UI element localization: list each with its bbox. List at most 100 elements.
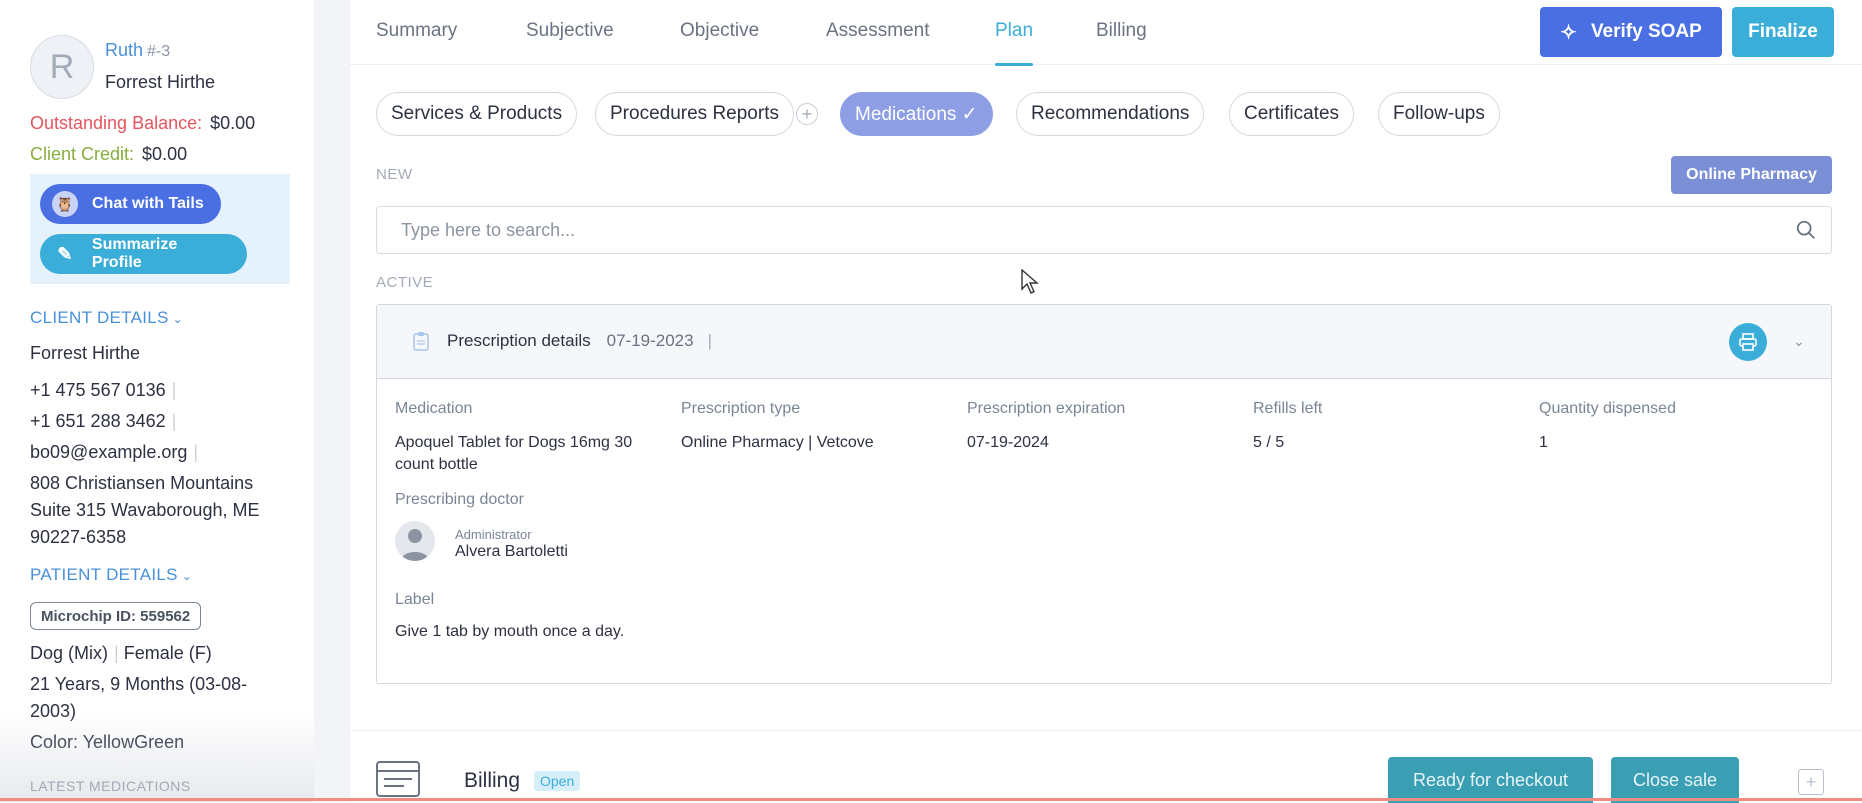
clipboard-icon	[413, 332, 429, 351]
refills-left-header: Refills left	[1253, 400, 1323, 417]
prescription-title: Prescription details	[447, 331, 591, 350]
verify-soap-label: Verify SOAP	[1590, 21, 1702, 42]
online-pharmacy-button[interactable]: Online Pharmacy	[1671, 156, 1832, 194]
active-section-label: ACTIVE	[376, 274, 434, 291]
soap-main: Summary Subjective Objective Assessment …	[350, 0, 1862, 803]
pet-id: #-3	[147, 43, 171, 60]
active-tab-indicator	[995, 63, 1033, 66]
patient-age-line-2: 2003)	[30, 701, 77, 721]
pill-recommendations[interactable]: Recommendations	[1016, 92, 1205, 136]
bottom-border	[0, 798, 1862, 801]
outstanding-balance-value: $0.00	[210, 113, 256, 133]
add-procedure-icon[interactable]: +	[796, 103, 818, 125]
client-credit-label: Client Credit:	[30, 144, 135, 164]
patient-age-line-1: 21 Years, 9 Months (03-08-	[30, 674, 248, 694]
label-instructions: Give 1 tab by mouth once a day.	[395, 623, 625, 640]
pet-name[interactable]: Ruth	[105, 40, 143, 60]
chat-with-tails-button[interactable]: 🦉 Chat with Tails	[40, 184, 221, 224]
client-phone-1[interactable]: +1 475 567 0136 |	[30, 377, 176, 404]
patient-color: Color: YellowGreen	[30, 732, 185, 752]
search-icon[interactable]	[1795, 219, 1817, 241]
prescription-expiration-header: Prescription expiration	[967, 400, 1126, 417]
patient-sidebar: R Ruth #-3 Forrest Hirthe Outstanding Bal…	[0, 0, 315, 802]
printer-icon	[1739, 333, 1757, 351]
pill-medications[interactable]: Medications ✓	[840, 92, 993, 136]
divider: |	[707, 331, 713, 350]
add-icon[interactable]: +	[1798, 769, 1824, 795]
divider: |	[193, 442, 199, 462]
client-email[interactable]: bo09@example.org |	[30, 439, 198, 466]
prescription-card: Prescription details 07-19-2023 | ⌄ Medica…	[376, 304, 1832, 684]
pill-certificates[interactable]: Certificates	[1229, 92, 1355, 136]
microchip-badge: Microchip ID: 559562	[30, 602, 202, 630]
client-email-text[interactable]: bo09@example.org	[30, 442, 187, 462]
pill-services-products[interactable]: Services & Products	[376, 92, 578, 136]
outstanding-balance: Outstanding Balance: $0.00	[30, 113, 255, 134]
billing-title: Billing	[464, 769, 521, 792]
pill-follow-ups[interactable]: Follow-ups	[1378, 92, 1500, 136]
prescription-type-value: Online Pharmacy | Vetcove	[681, 434, 874, 451]
chevron-down-icon: ⌄	[181, 569, 193, 583]
latest-medications-heading[interactable]: LATEST MEDICATIONS	[30, 778, 191, 794]
doctor-avatar	[395, 521, 435, 561]
patient-avatar: R	[30, 35, 94, 99]
ai-assistant-panel: 🦉 Chat with Tails ✎ Summarize Profile	[30, 174, 290, 284]
client-credit: Client Credit: $0.00	[30, 144, 187, 165]
chevron-down-icon[interactable]: ⌄	[1793, 333, 1805, 350]
tab-plan[interactable]: Plan	[995, 20, 1033, 42]
refills-left-value: 5 / 5	[1253, 434, 1285, 451]
pill-procedures-reports[interactable]: Procedures Reports	[595, 92, 794, 136]
client-details-heading: CLIENT DETAILS	[30, 308, 169, 327]
billing-section: Billing Open Ready for checkout Close sa…	[350, 730, 1862, 803]
prescription-expiration-value: 07-19-2024	[967, 434, 1049, 451]
invoice-icon	[376, 761, 420, 797]
label-heading: Label	[395, 591, 435, 608]
client-name: Forrest Hirthe	[30, 343, 141, 363]
pet-name-link[interactable]: Ruth #-3	[105, 40, 170, 61]
address-line-2: Suite 315 Wavaborough, ME	[30, 500, 260, 520]
divider: |	[171, 411, 177, 431]
client-phone-2-text[interactable]: +1 651 288 3462	[30, 411, 166, 431]
doctor-role: Administrator	[455, 527, 532, 542]
medication-value: Apoquel Tablet for Dogs 16mg 30 count bo…	[395, 434, 633, 473]
magic-wand-icon: ✎	[57, 243, 73, 264]
prescription-date: 07-19-2023	[606, 331, 694, 350]
verify-soap-button[interactable]: ✧ Verify SOAP	[1540, 7, 1722, 57]
outstanding-balance-label: Outstanding Balance:	[30, 113, 203, 133]
tab-subjective[interactable]: Subjective	[526, 20, 614, 42]
summarize-profile-button[interactable]: ✎ Summarize Profile	[40, 234, 247, 274]
client-address: 808 Christiansen Mountains Suite 315 Wav…	[30, 470, 259, 551]
client-phone-1-text[interactable]: +1 475 567 0136	[30, 380, 166, 400]
tab-objective[interactable]: Objective	[680, 20, 759, 42]
summarize-profile-label: Summarize Profile	[91, 236, 178, 271]
client-details-toggle[interactable]: CLIENT DETAILS ⌄	[30, 308, 183, 328]
quantity-dispensed-header: Quantity dispensed	[1539, 400, 1676, 417]
tab-summary[interactable]: Summary	[376, 20, 457, 42]
print-button[interactable]	[1729, 323, 1767, 361]
finalize-button[interactable]: Finalize	[1732, 7, 1834, 57]
address-line-1: 808 Christiansen Mountains	[30, 473, 254, 493]
prescribing-doctor-label: Prescribing doctor	[395, 491, 524, 508]
medication-search-input[interactable]	[399, 218, 1783, 242]
medication-search	[376, 206, 1832, 254]
user-silhouette-icon	[401, 529, 429, 561]
chevron-down-icon: ⌄	[172, 312, 184, 326]
prescription-card-header[interactable]: Prescription details 07-19-2023 | ⌄	[377, 305, 1831, 379]
prescription-type-header: Prescription type	[681, 400, 801, 417]
tab-billing[interactable]: Billing	[1096, 20, 1147, 42]
divider: |	[171, 380, 177, 400]
client-phone-2[interactable]: +1 651 288 3462 |	[30, 408, 176, 435]
tab-assessment[interactable]: Assessment	[826, 20, 929, 42]
billing-status-badge: Open	[534, 771, 581, 791]
patient-details-heading: PATIENT DETAILS	[30, 565, 178, 584]
medication-header: Medication	[395, 400, 473, 417]
client-credit-value: $0.00	[142, 144, 188, 164]
patient-details-toggle[interactable]: PATIENT DETAILS ⌄	[30, 565, 192, 585]
close-sale-button[interactable]: Close sale	[1611, 757, 1739, 803]
prescription-title-row: Prescription details 07-19-2023 |	[447, 331, 712, 351]
soap-tabs-bar: Summary Subjective Objective Assessment …	[350, 0, 1862, 66]
patient-species-sex: Dog (Mix) | Female (F)	[30, 640, 212, 667]
ready-for-checkout-button[interactable]: Ready for checkout	[1388, 757, 1593, 803]
sparkle-icon: ✧	[1560, 21, 1577, 44]
address-line-3: 90227-6358	[30, 527, 127, 547]
